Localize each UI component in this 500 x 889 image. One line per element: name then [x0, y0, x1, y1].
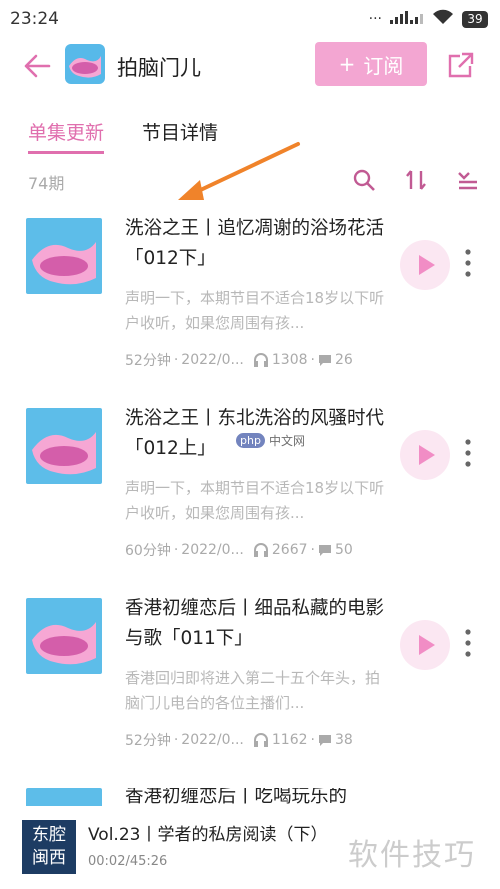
list-toolbar: 74期 — [0, 168, 500, 194]
episode-count: 74期 — [28, 174, 65, 193]
wifi-icon — [432, 9, 454, 29]
headphones-icon — [253, 353, 268, 367]
mini-player[interactable]: 东腔 闽西 Vol.23丨学者的私房阅读（下） 00:02/45:26 软件技巧 — [0, 806, 500, 889]
player-time: 00:02/45:26 — [88, 854, 168, 869]
episode-meta: 52分钟 · 2022/0... 1162 · 38 — [125, 732, 353, 749]
header: 拍脑门儿 + 订阅 — [0, 38, 500, 94]
play-icon — [419, 445, 435, 465]
player-cover: 东腔 闽西 — [22, 820, 76, 874]
comment-icon — [318, 354, 331, 366]
episode-meta: 60分钟 · 2022/0... 2667 · 50 — [125, 542, 353, 559]
episode-title: 香港初缠恋后丨细品私藏的电影与歌「011下」 — [125, 598, 385, 649]
more-dots-icon: ··· — [368, 11, 382, 27]
play-button[interactable] — [400, 240, 450, 290]
play-button[interactable] — [400, 430, 450, 480]
episode-meta: 52分钟 · 2022/0... 1308 · 26 — [125, 352, 353, 369]
play-icon — [419, 635, 435, 655]
episode-item[interactable]: 香港初缠恋后丨细品私藏的电影与歌「011下」 香港回归即将进入第二十五个年头，拍… — [0, 598, 500, 788]
more-options-icon[interactable] — [464, 248, 472, 278]
episode-comments: 26 — [334, 352, 353, 368]
episode-duration: 52分钟 — [125, 353, 171, 369]
play-icon — [419, 255, 435, 275]
filter-list-icon[interactable] — [456, 168, 480, 192]
subscribe-button[interactable]: + 订阅 — [315, 42, 427, 86]
episode-item[interactable]: 洗浴之王丨追忆凋谢的浴场花活「012下」 声明一下，本期节目不适合18岁以下听户… — [0, 218, 500, 408]
episode-cover — [26, 598, 102, 674]
episode-duration: 52分钟 — [125, 733, 171, 749]
episode-date: 2022/0... — [181, 732, 244, 748]
episode-plays: 2667 — [271, 542, 308, 558]
play-button[interactable] — [400, 620, 450, 670]
episode-item[interactable]: 香港初缠恋后丨吃喝玩乐的 — [0, 788, 500, 806]
headphones-icon — [253, 543, 268, 557]
episode-comments: 50 — [334, 542, 353, 558]
podcast-title: 拍脑门儿 — [117, 56, 201, 80]
episode-comments: 38 — [334, 732, 353, 748]
episode-cover — [26, 408, 102, 484]
episode-title: 香港初缠恋后丨吃喝玩乐的 — [125, 788, 348, 806]
player-cover-line-2: 闽西 — [32, 848, 66, 868]
player-cover-line-1: 东腔 — [32, 825, 66, 845]
comment-icon — [318, 544, 331, 556]
status-bar: 23:24 ··· 39 — [0, 0, 500, 38]
episode-duration: 60分钟 — [125, 543, 171, 559]
headphones-icon — [253, 733, 268, 747]
sort-icon[interactable] — [404, 168, 428, 192]
episode-description: 香港回归即将进入第二十五个年头，拍脑门儿电台的各位主播们... — [125, 669, 381, 712]
subscribe-label: 订阅 — [363, 53, 404, 78]
episode-date: 2022/0... — [181, 352, 244, 368]
watermark-php: php — [236, 433, 265, 448]
watermark-site: 中文网 — [268, 434, 305, 448]
episode-cover — [26, 788, 102, 806]
more-options-icon[interactable] — [464, 438, 472, 468]
player-title: Vol.23丨学者的私房阅读（下） — [88, 825, 328, 845]
episode-description: 声明一下，本期节目不适合18岁以下听户收听，如果您周围有孩... — [125, 479, 385, 522]
back-arrow-icon[interactable] — [22, 52, 52, 80]
episode-title: 洗浴之王丨追忆凋谢的浴场花活「012下」 — [125, 218, 385, 269]
episode-description: 声明一下，本期节目不适合18岁以下听户收听，如果您周围有孩... — [125, 289, 385, 332]
share-icon[interactable] — [446, 50, 476, 80]
episode-cover — [26, 218, 102, 294]
signal-icon — [390, 10, 424, 28]
comment-icon — [318, 734, 331, 746]
status-time: 23:24 — [10, 9, 59, 29]
episode-plays: 1308 — [271, 352, 308, 368]
search-icon[interactable] — [352, 168, 376, 192]
podcast-logo-small — [65, 44, 105, 84]
site-watermark: php 中文网 — [236, 432, 305, 449]
battery-icon: 39 — [462, 10, 488, 28]
status-icons: ··· 39 — [369, 9, 488, 29]
episode-date: 2022/0... — [181, 542, 244, 558]
more-options-icon[interactable] — [464, 628, 472, 658]
watermark: 软件技巧 — [348, 838, 476, 873]
episode-plays: 1162 — [271, 732, 308, 748]
plus-icon: + — [338, 52, 356, 76]
tab-episode-updates[interactable]: 单集更新 — [28, 118, 105, 154]
